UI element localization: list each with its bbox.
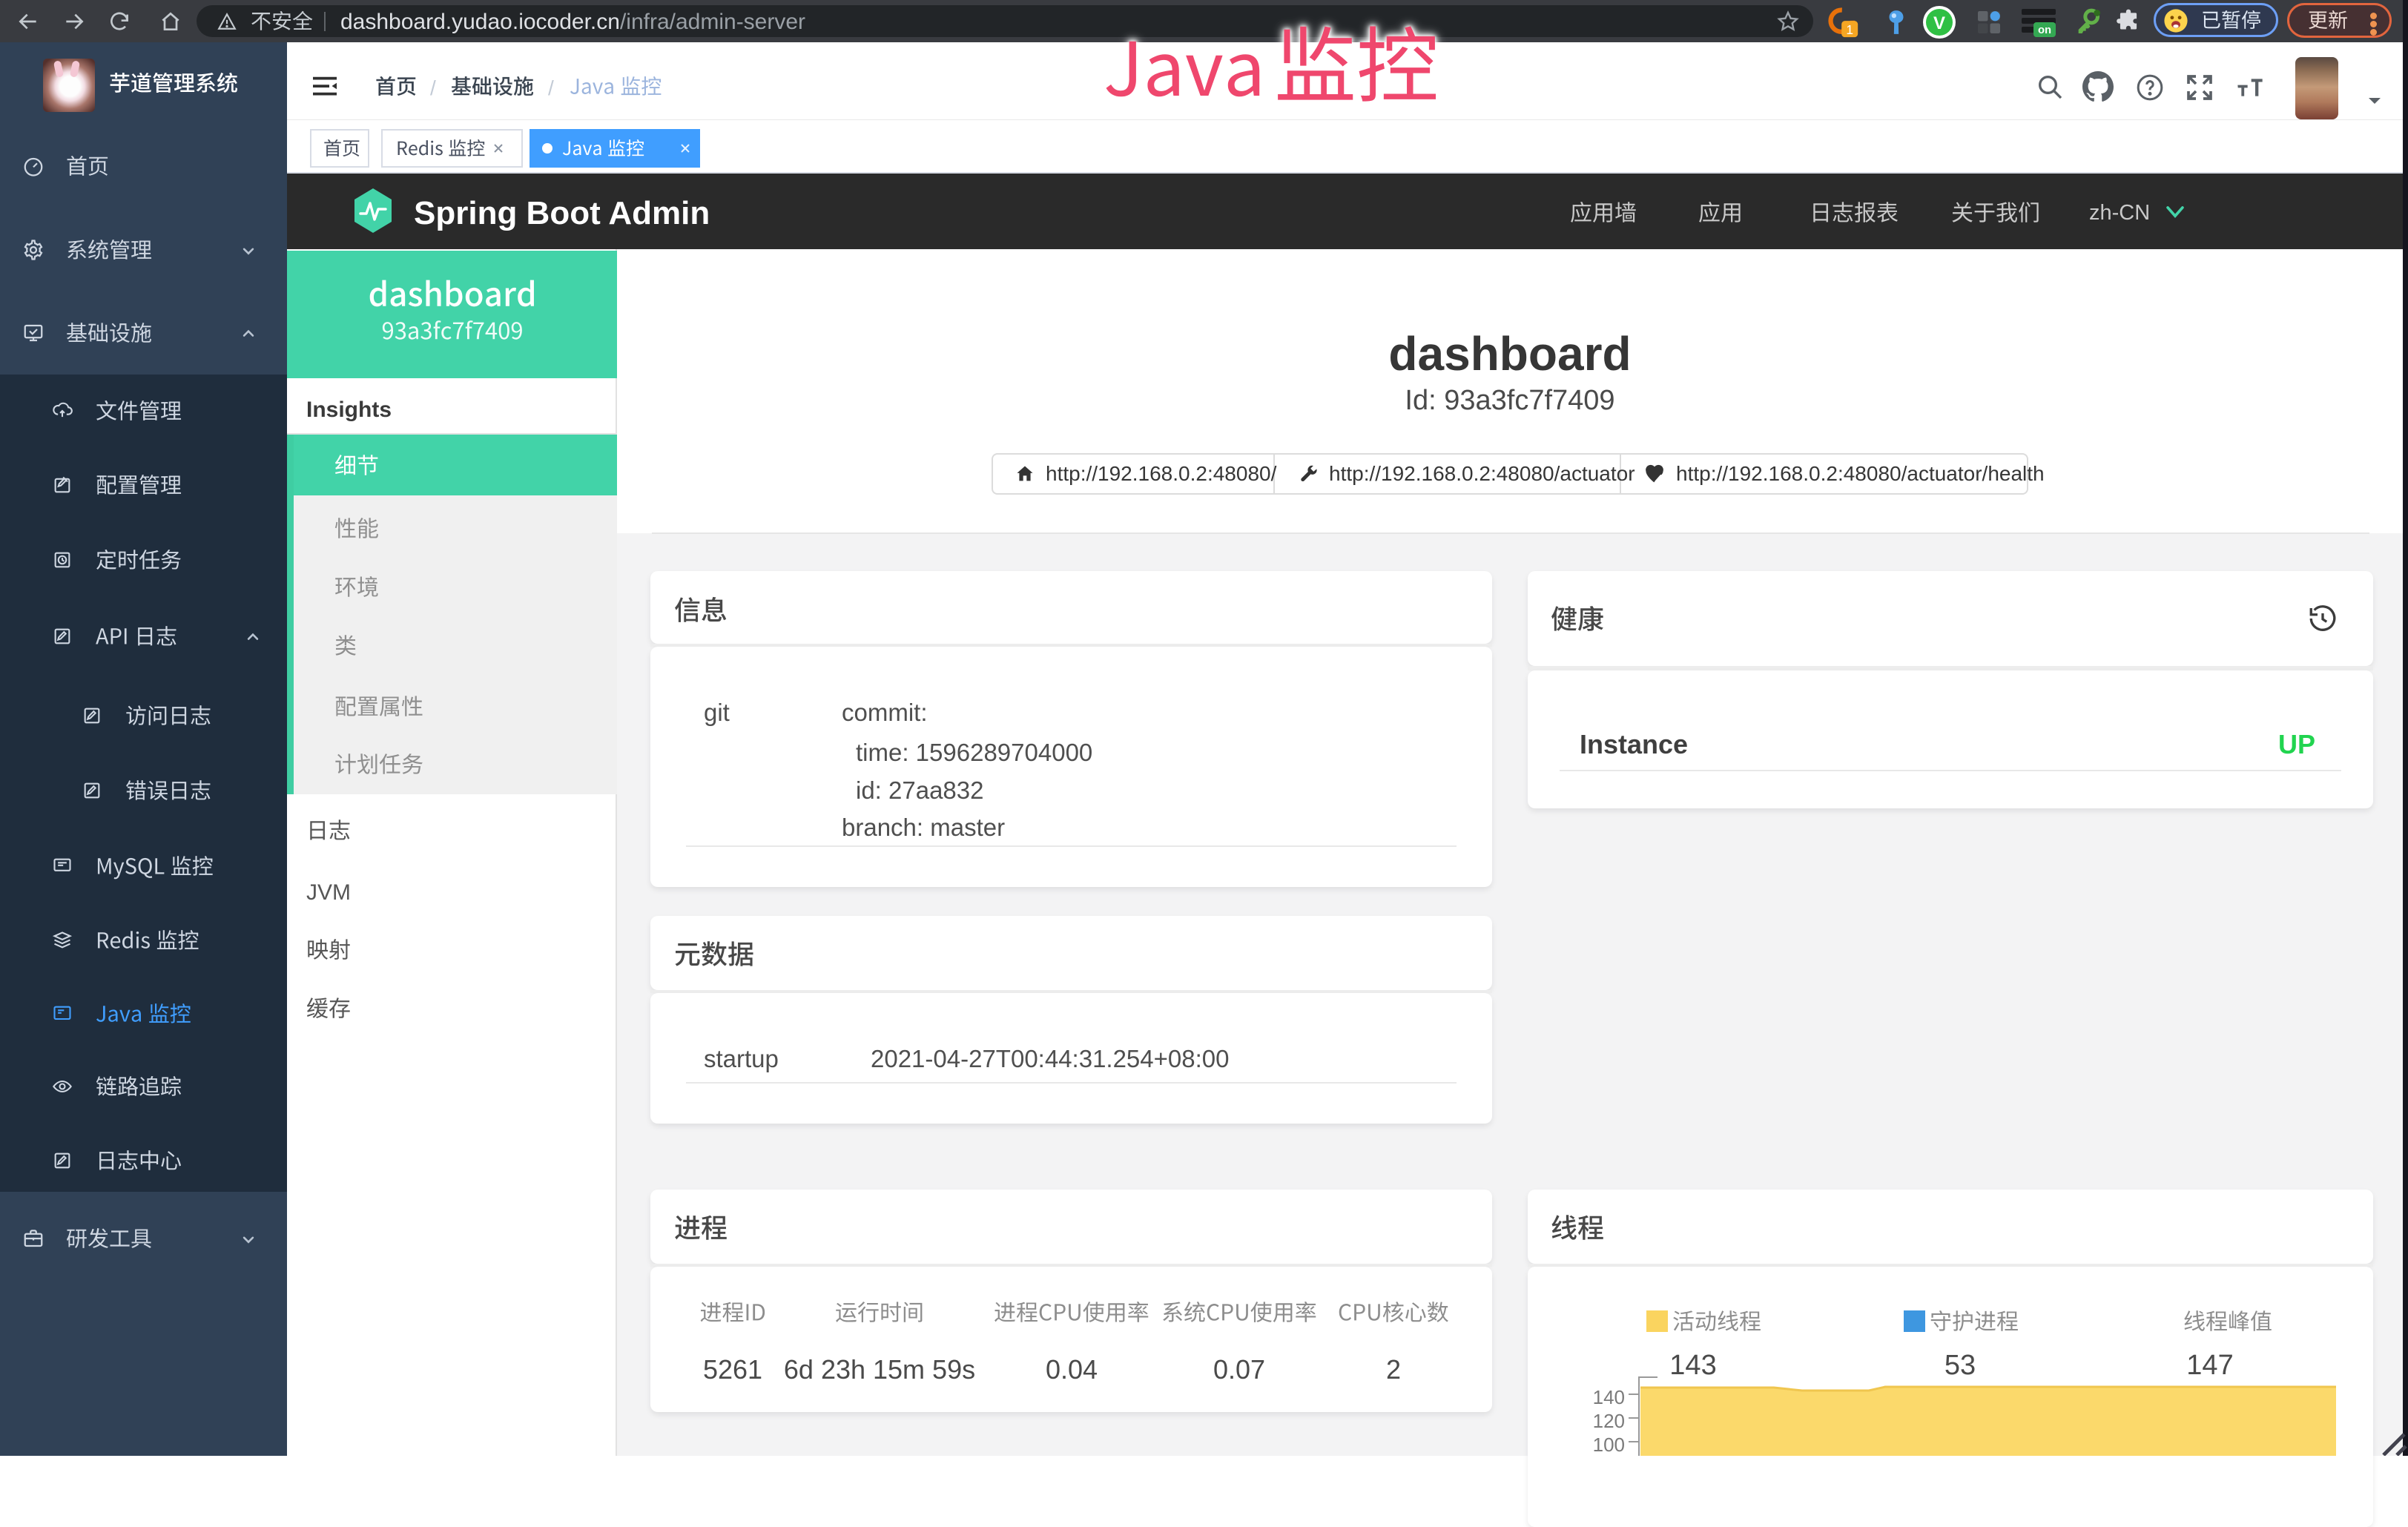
- svg-text:1: 1: [1846, 22, 1853, 37]
- svg-text:on: on: [2038, 24, 2051, 36]
- svg-text:V: V: [1933, 13, 1945, 33]
